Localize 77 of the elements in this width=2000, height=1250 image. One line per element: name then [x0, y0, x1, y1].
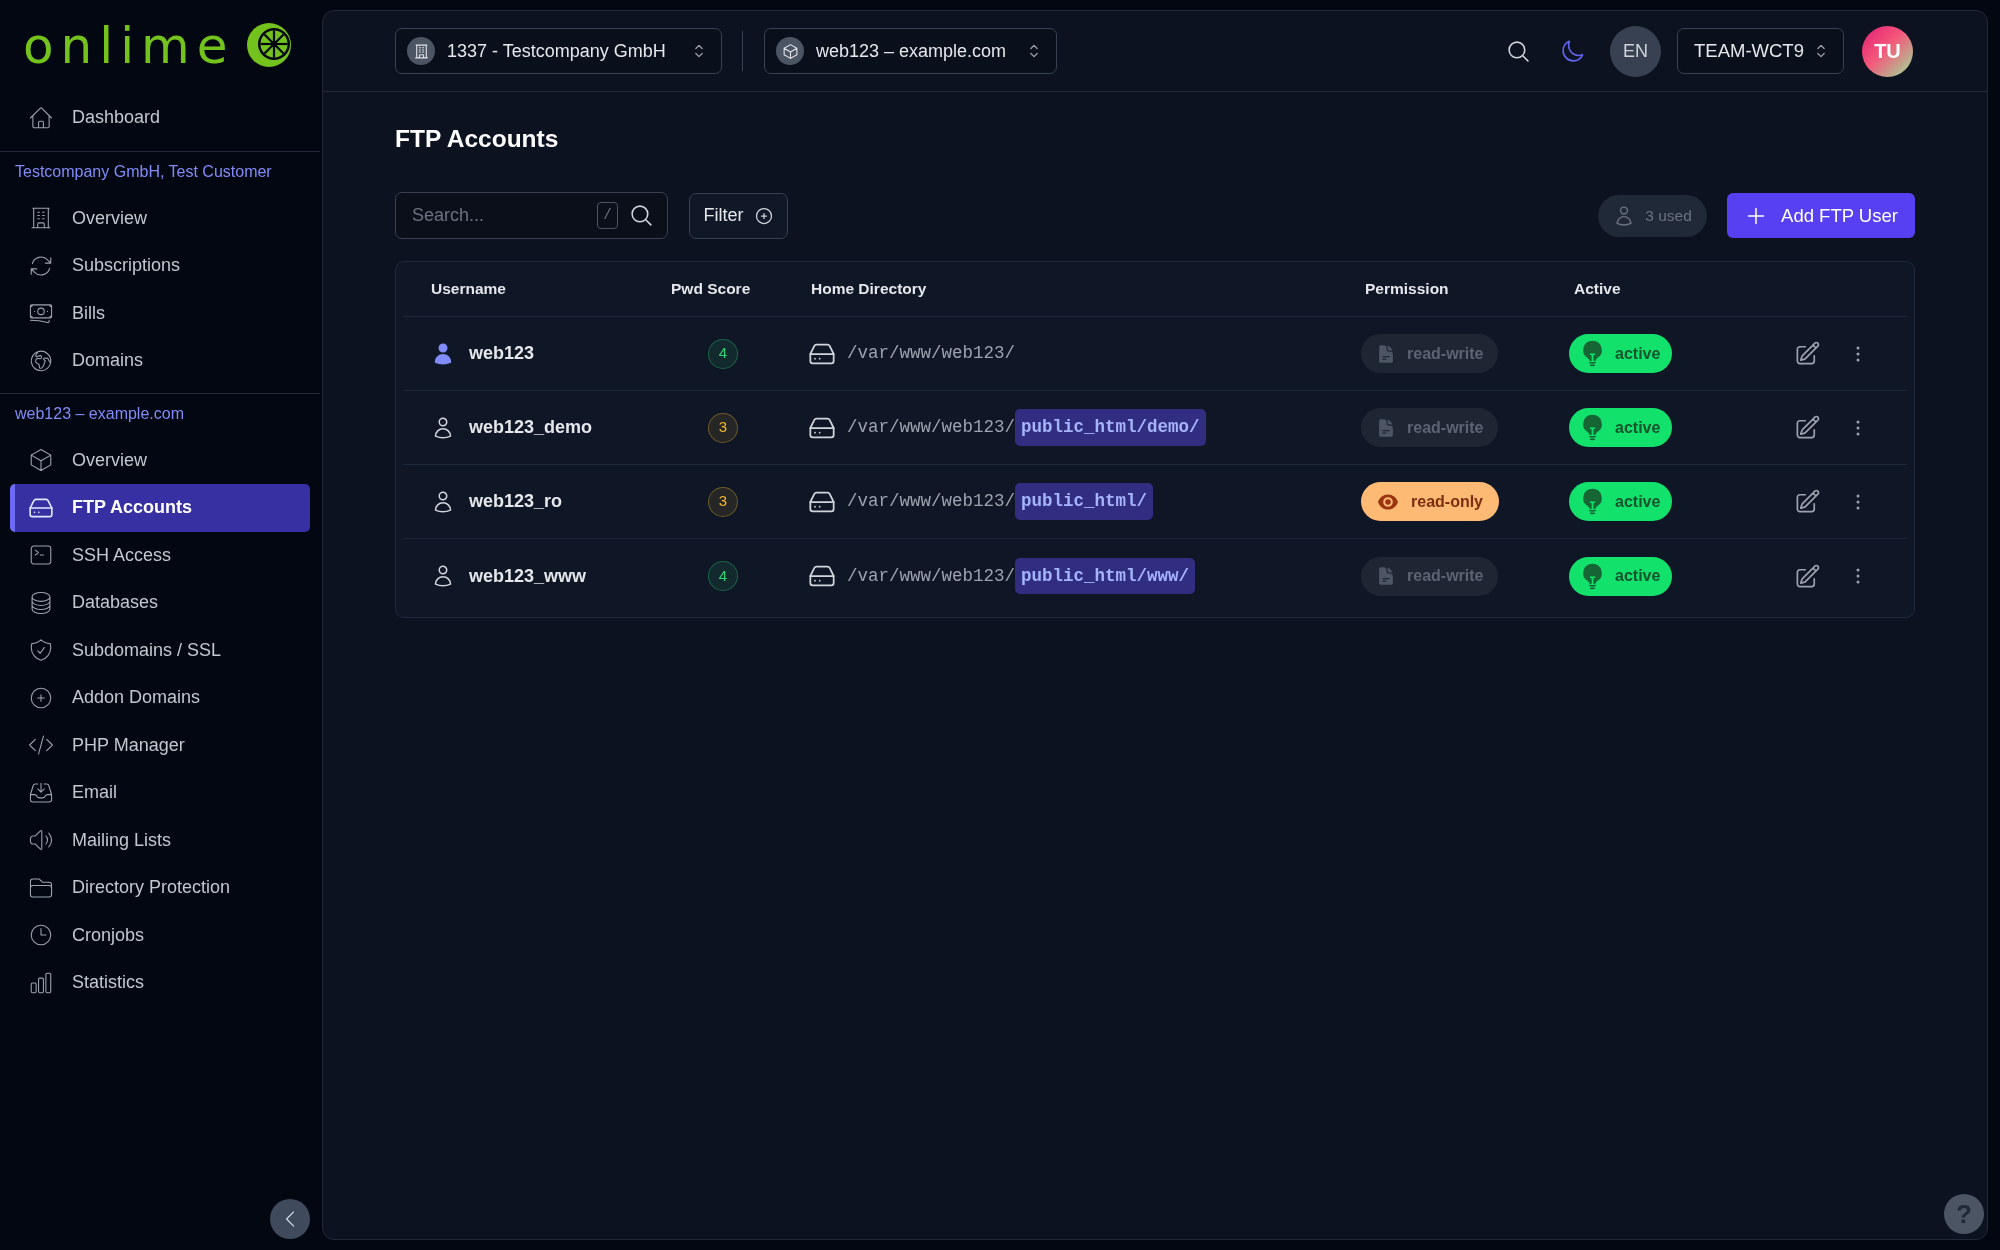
search-input[interactable]: Search... — [412, 202, 597, 229]
permission-text: read-write — [1407, 566, 1484, 586]
database-icon — [28, 589, 54, 616]
search-icon[interactable] — [1506, 38, 1531, 64]
nav-item[interactable]: Bills — [10, 289, 310, 337]
page-title: FTP Accounts — [395, 124, 560, 154]
edit-icon[interactable] — [1794, 340, 1821, 367]
username: web123_www — [469, 564, 587, 588]
filter-button[interactable]: Filter — [689, 192, 788, 239]
username: web123_ro — [469, 490, 563, 513]
nav-item[interactable]: SSH Access — [10, 531, 310, 579]
nav-item[interactable]: Domains — [10, 337, 310, 385]
nav-item[interactable]: Subdomains / SSL — [10, 626, 310, 674]
language-button[interactable]: EN — [1610, 25, 1661, 77]
shield-check-icon — [28, 637, 54, 664]
nav-item[interactable]: Mailing Lists — [10, 816, 310, 864]
username: web123_demo — [469, 416, 593, 439]
permission-text: read-only — [1411, 491, 1483, 512]
home-icon — [28, 104, 54, 131]
nav-item[interactable]: Directory Protection — [10, 864, 310, 912]
nav-item[interactable]: Addon Domains — [10, 674, 310, 722]
nav-item[interactable]: Overview — [10, 436, 310, 484]
score-badge: 4 — [708, 561, 738, 591]
nav-item[interactable]: Email — [10, 769, 310, 817]
path-highlight: public_html/ — [1015, 483, 1154, 520]
add-ftp-user-button[interactable]: Add FTP User — [1727, 193, 1915, 238]
edit-icon[interactable] — [1794, 562, 1821, 590]
path-text: /var/www/web123/ — [847, 564, 1016, 588]
shortcut-key: / — [597, 202, 618, 229]
document-icon — [1376, 565, 1396, 587]
column-header: Active — [1574, 280, 1621, 297]
lime-slice-icon — [244, 22, 293, 68]
usage-text: 3 used — [1645, 205, 1692, 226]
status-text: active — [1615, 343, 1661, 364]
status-text: active — [1615, 566, 1661, 586]
column-header: Pwd Score — [671, 280, 751, 297]
nav-item[interactable]: Cronjobs — [10, 911, 310, 959]
path-highlight: public_html/demo/ — [1015, 409, 1206, 446]
score-badge: 3 — [708, 486, 738, 517]
collapse-sidebar-button[interactable] — [270, 1199, 310, 1239]
document-icon — [1376, 342, 1396, 365]
section-label: web123 – example.com — [14, 403, 185, 424]
moon-icon[interactable] — [1560, 38, 1585, 64]
path-highlight: public_html/www/ — [1015, 557, 1196, 595]
edit-icon[interactable] — [1794, 488, 1821, 515]
score-badge: 4 — [708, 338, 738, 369]
document-icon — [1376, 416, 1396, 439]
cube-icon — [28, 447, 54, 474]
path-text: /var/www/web123/ — [847, 342, 1016, 366]
username: web123 — [469, 342, 535, 365]
team-selector[interactable]: TEAM-WCT9 — [1677, 28, 1844, 74]
permission-text: read-write — [1407, 343, 1484, 364]
status-text: active — [1615, 417, 1661, 438]
building-icon — [407, 37, 435, 65]
logo-wordmark: onlime — [23, 22, 235, 70]
section-label: Testcompany GmbH, Test Customer — [14, 161, 273, 182]
edit-icon[interactable] — [1794, 414, 1821, 441]
site-selector[interactable]: web123 – example.com — [764, 28, 1057, 74]
search-icon[interactable] — [629, 203, 654, 228]
account-selector[interactable]: 1337 - Testcompany GmbH — [395, 28, 722, 74]
search-field[interactable]: Search... / — [395, 192, 668, 239]
nav-item[interactable]: PHP Manager — [10, 721, 310, 769]
status-text: active — [1615, 491, 1661, 512]
nav-item[interactable]: Databases — [10, 579, 310, 627]
score-badge: 3 — [708, 412, 738, 443]
path-text: /var/www/web123/ — [847, 490, 1016, 514]
nav-item[interactable]: Overview — [10, 194, 310, 242]
path-text: /var/www/web123/ — [847, 416, 1016, 440]
nav-item[interactable]: Dashboard — [10, 94, 310, 142]
nav-item[interactable]: Statistics — [10, 959, 310, 1007]
cube-icon — [776, 37, 804, 65]
nav-item[interactable]: Subscriptions — [10, 242, 310, 290]
nav-item[interactable]: FTP Accounts — [10, 484, 310, 532]
column-header: Permission — [1365, 280, 1449, 297]
column-header: Username — [431, 280, 506, 297]
permission-text: read-write — [1407, 417, 1484, 438]
column-header: Home Directory — [811, 280, 927, 297]
